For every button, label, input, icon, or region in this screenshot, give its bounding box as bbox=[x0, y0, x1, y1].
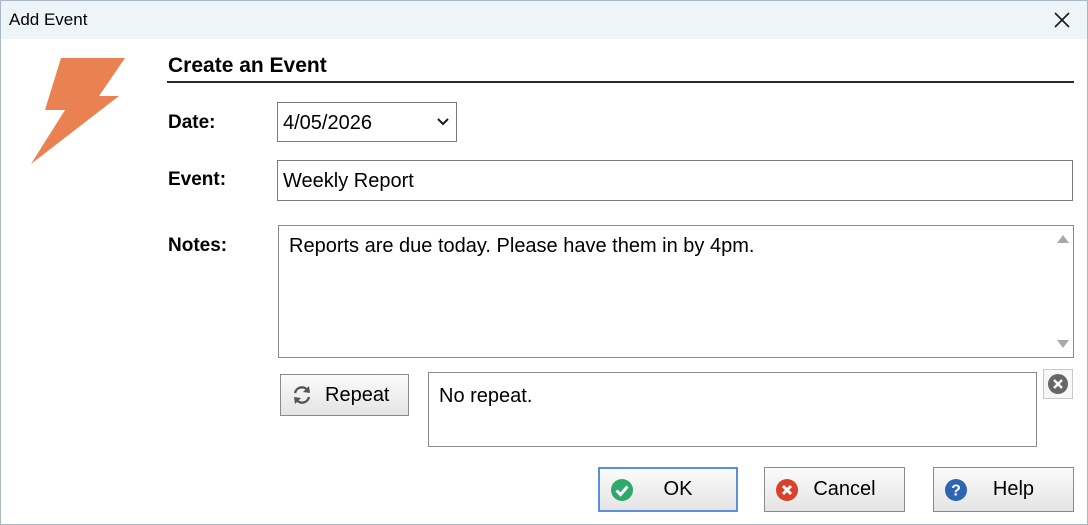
chevron-down-icon bbox=[437, 118, 449, 126]
cancel-button-label: Cancel bbox=[813, 478, 876, 500]
scroll-down-icon[interactable] bbox=[1057, 340, 1069, 348]
close-icon bbox=[1054, 12, 1070, 28]
help-button[interactable]: ? Help bbox=[933, 467, 1074, 512]
event-field[interactable]: Weekly Report bbox=[277, 160, 1073, 201]
ok-button-label: OK bbox=[663, 478, 693, 500]
repeat-summary-box: No repeat. bbox=[428, 372, 1037, 447]
date-label: Date: bbox=[168, 112, 216, 133]
section-title: Create an Event bbox=[168, 54, 327, 77]
add-event-dialog: Add Event Create an Event Date: 4/05/202… bbox=[0, 0, 1088, 525]
refresh-icon bbox=[293, 386, 311, 404]
check-circle-icon bbox=[611, 478, 633, 501]
lightning-bolt-icon bbox=[31, 58, 125, 164]
repeat-button-label: Repeat bbox=[325, 383, 390, 406]
window-title: Add Event bbox=[9, 10, 88, 29]
event-label: Event: bbox=[168, 169, 227, 190]
close-button[interactable] bbox=[1045, 5, 1079, 35]
clear-repeat-button[interactable] bbox=[1043, 369, 1073, 399]
section-divider bbox=[167, 81, 1074, 83]
date-value: 4/05/2026 bbox=[283, 112, 372, 134]
event-value: Weekly Report bbox=[283, 170, 414, 192]
help-button-label: Help bbox=[992, 478, 1035, 500]
scroll-up-icon[interactable] bbox=[1057, 235, 1069, 243]
date-dropdown[interactable]: 4/05/2026 bbox=[277, 102, 457, 142]
repeat-button[interactable]: Repeat bbox=[280, 374, 409, 416]
x-circle-icon bbox=[776, 478, 798, 501]
notes-value: Reports are due today. Please have them … bbox=[289, 235, 755, 257]
ok-button[interactable]: OK bbox=[598, 467, 738, 512]
notes-textarea[interactable]: Reports are due today. Please have them … bbox=[278, 225, 1074, 358]
clear-circle-icon bbox=[1048, 374, 1068, 394]
svg-text:?: ? bbox=[951, 482, 961, 499]
notes-scrollbar[interactable] bbox=[1053, 226, 1073, 357]
repeat-summary: No repeat. bbox=[439, 385, 533, 407]
question-circle-icon: ? bbox=[945, 478, 967, 501]
cancel-button[interactable]: Cancel bbox=[764, 467, 905, 512]
notes-label: Notes: bbox=[168, 235, 228, 256]
title-bar[interactable]: Add Event bbox=[1, 1, 1087, 39]
